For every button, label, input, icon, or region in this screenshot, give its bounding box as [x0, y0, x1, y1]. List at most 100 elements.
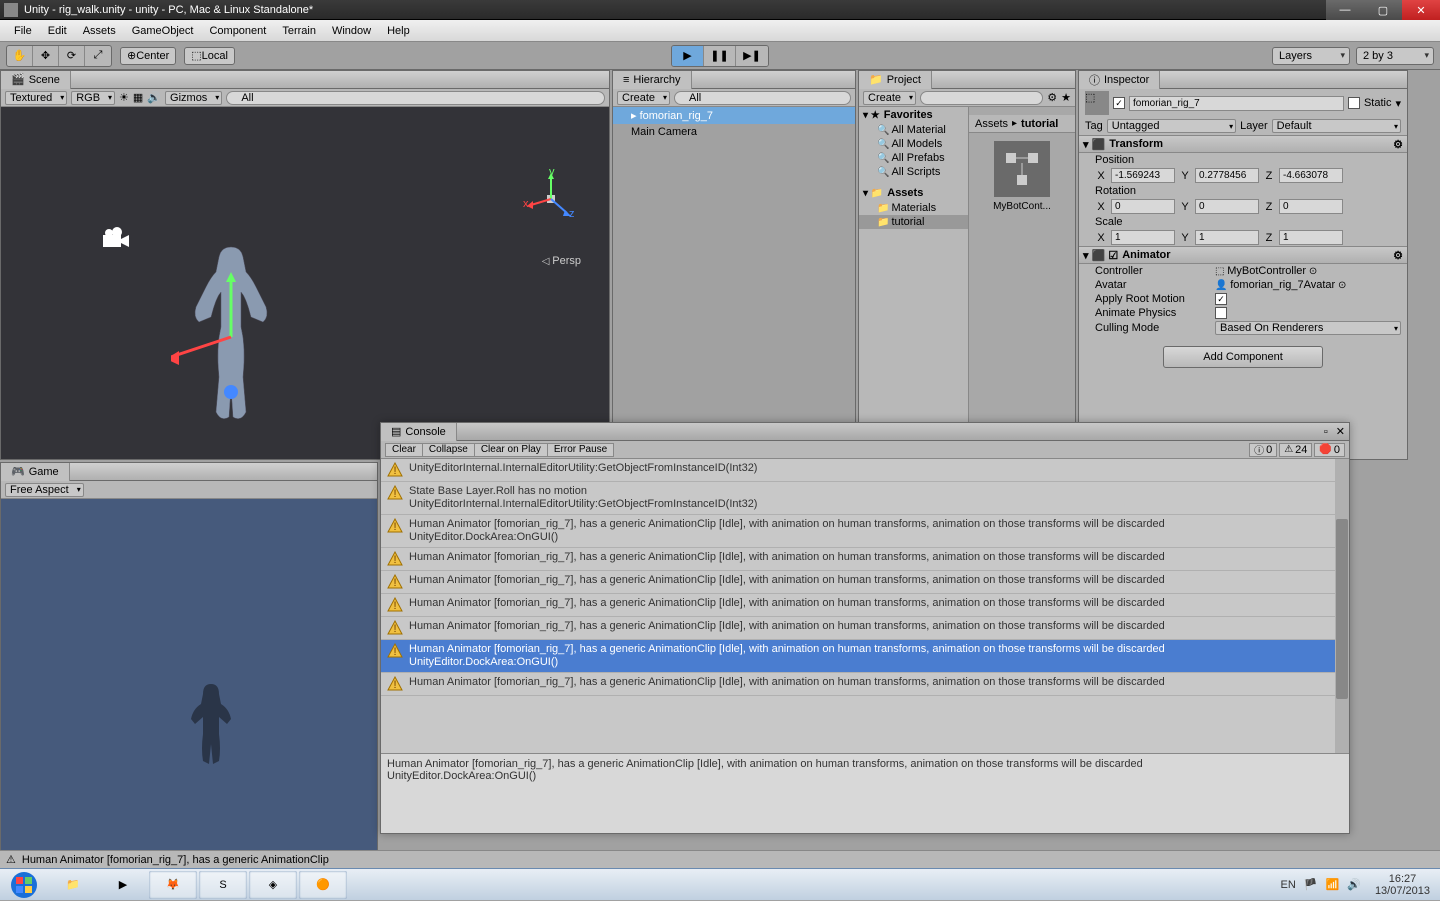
pivot-local-toggle[interactable]: ⬚ Local — [184, 47, 235, 65]
hierarchy-item[interactable]: Main Camera — [613, 124, 855, 140]
fav-item[interactable]: 🔍All Material — [859, 123, 968, 137]
pos-y-field[interactable] — [1195, 168, 1259, 183]
active-checkbox[interactable]: ✓ — [1113, 97, 1125, 109]
task-firefox[interactable]: 🦊 — [149, 871, 197, 899]
console-warn-count[interactable]: ⚠ 24 — [1279, 443, 1312, 457]
console-collapse-button[interactable]: Collapse — [422, 443, 475, 457]
menu-assets[interactable]: Assets — [75, 25, 124, 37]
hierarchy-item-selected[interactable]: ▸ fomorian_rig_7 — [613, 107, 855, 124]
task-unity[interactable]: ◈ — [249, 871, 297, 899]
animator-header[interactable]: ▾ ⬛ ☑ Animator⚙ — [1079, 246, 1407, 264]
animphys-checkbox[interactable] — [1215, 307, 1227, 319]
scrollbar-thumb[interactable] — [1336, 519, 1348, 699]
scene-rendermode-dropdown[interactable]: RGB — [71, 91, 115, 105]
project-create-dropdown[interactable]: Create — [863, 91, 916, 105]
rot-z-field[interactable] — [1279, 199, 1343, 214]
favorites-header[interactable]: ▾ ★ Favorites — [859, 107, 968, 123]
menu-file[interactable]: File — [6, 25, 40, 37]
hierarchy-tab[interactable]: ≡Hierarchy — [613, 71, 692, 89]
play-button[interactable]: ▶ — [672, 46, 704, 66]
project-tree[interactable]: ▾ ★ Favorites 🔍All Material 🔍All Models … — [859, 107, 969, 441]
culling-dropdown[interactable]: Based On Renderers — [1215, 321, 1401, 335]
project-search[interactable] — [920, 91, 1043, 105]
task-skype[interactable]: S — [199, 871, 247, 899]
scl-z-field[interactable] — [1279, 230, 1343, 245]
menu-help[interactable]: Help — [379, 25, 418, 37]
system-tray[interactable]: EN 🏴 📶 🔊 16:27 13/07/2013 — [1281, 869, 1436, 901]
pivot-center-toggle[interactable]: ⊕ Center — [120, 47, 176, 65]
rotate-tool-button[interactable]: ⟳ — [59, 46, 85, 66]
fav-item[interactable]: 🔍All Models — [859, 137, 968, 151]
tray-clock[interactable]: 16:27 13/07/2013 — [1369, 873, 1436, 897]
move-tool-button[interactable]: ✥ — [33, 46, 59, 66]
controller-field[interactable]: ⬚ MyBotController ⊙ — [1215, 265, 1401, 277]
folder-item-selected[interactable]: 📁tutorial — [859, 215, 968, 229]
window-maximize-button[interactable]: ▢ — [1364, 0, 1402, 20]
scene-light-toggle[interactable]: ☀ — [119, 91, 129, 104]
game-aspect-dropdown[interactable]: Free Aspect — [5, 483, 84, 497]
project-breadcrumb[interactable]: Assets ▸ tutorial — [969, 115, 1075, 133]
project-filter-icon[interactable]: ⚙ — [1047, 91, 1057, 104]
console-log-row[interactable]: !Human Animator [fomorian_rig_7], has a … — [381, 548, 1335, 571]
menu-terrain[interactable]: Terrain — [274, 25, 324, 37]
console-tab[interactable]: ▤Console — [381, 423, 457, 441]
game-tab[interactable]: 🎮Game — [1, 463, 70, 481]
console-log-row[interactable]: !UnityEditorInternal.InternalEditorUtili… — [381, 459, 1335, 482]
fav-item[interactable]: 🔍All Prefabs — [859, 151, 968, 165]
menu-gameobject[interactable]: GameObject — [124, 25, 202, 37]
task-explorer[interactable]: 📁 — [49, 871, 97, 899]
console-error-count[interactable]: 🛑 0 — [1314, 443, 1345, 457]
layers-dropdown[interactable]: Layers — [1272, 47, 1350, 65]
folder-item[interactable]: 📁Materials — [859, 201, 968, 215]
project-tab[interactable]: 📁Project — [859, 71, 932, 89]
game-viewport[interactable] — [1, 499, 377, 881]
assets-header[interactable]: ▾ 📁 Assets — [859, 185, 968, 201]
window-minimize-button[interactable]: — — [1326, 0, 1364, 20]
scene-viewport[interactable]: y x z ◁ Persp — [1, 107, 609, 459]
scene-search[interactable]: All — [226, 91, 605, 105]
console-scrollbar[interactable] — [1335, 459, 1349, 753]
fav-item[interactable]: 🔍All Scripts — [859, 165, 968, 179]
layout-dropdown[interactable]: 2 by 3 — [1356, 47, 1434, 65]
console-clear-button[interactable]: Clear — [385, 443, 423, 457]
pause-button[interactable]: ❚❚ — [704, 46, 736, 66]
tray-volume-icon[interactable]: 🔊 — [1347, 878, 1361, 891]
tray-lang[interactable]: EN — [1281, 879, 1296, 891]
avatar-field[interactable]: 👤 fomorian_rig_7Avatar ⊙ — [1215, 279, 1401, 291]
task-blender[interactable]: 🟠 — [299, 871, 347, 899]
tag-dropdown[interactable]: Untagged — [1107, 119, 1236, 133]
console-log-row[interactable]: !Human Animator [fomorian_rig_7], has a … — [381, 594, 1335, 617]
menu-component[interactable]: Component — [201, 25, 274, 37]
scene-tab[interactable]: 🎬Scene — [1, 71, 71, 89]
console-maximize-icon[interactable]: ▫ — [1320, 426, 1332, 438]
orientation-gizmo[interactable]: y x z — [521, 169, 581, 229]
console-errorpause-button[interactable]: Error Pause — [547, 443, 614, 457]
console-log-row[interactable]: !Human Animator [fomorian_rig_7], has a … — [381, 617, 1335, 640]
scene-audio-toggle[interactable]: 🔊 — [147, 91, 161, 104]
console-log-row[interactable]: !State Base Layer.Roll has no motionUnit… — [381, 482, 1335, 515]
console-close-icon[interactable]: ✕ — [1332, 425, 1349, 438]
scene-fx-toggle[interactable]: ▦ — [133, 91, 143, 104]
console-log-row[interactable]: !Human Animator [fomorian_rig_7], has a … — [381, 515, 1335, 548]
scene-gizmos-dropdown[interactable]: Gizmos — [165, 91, 222, 105]
asset-tile-controller[interactable] — [994, 141, 1050, 197]
layer-dropdown[interactable]: Default — [1272, 119, 1401, 133]
start-button[interactable] — [0, 869, 48, 901]
rot-x-field[interactable] — [1111, 199, 1175, 214]
tray-network-icon[interactable]: 📶 — [1326, 878, 1340, 891]
hierarchy-create-dropdown[interactable]: Create — [617, 91, 670, 105]
object-name-field[interactable] — [1129, 96, 1344, 111]
rootmotion-checkbox[interactable]: ✓ — [1215, 293, 1227, 305]
hand-tool-button[interactable]: ✋ — [7, 46, 33, 66]
console-clearonplay-button[interactable]: Clear on Play — [474, 443, 548, 457]
scene-shading-dropdown[interactable]: Textured — [5, 91, 67, 105]
console-log-row[interactable]: !Human Animator [fomorian_rig_7], has a … — [381, 673, 1335, 696]
menu-window[interactable]: Window — [324, 25, 379, 37]
console-log-row[interactable]: !Human Animator [fomorian_rig_7], has a … — [381, 571, 1335, 594]
console-log-list[interactable]: !UnityEditorInternal.InternalEditorUtili… — [381, 459, 1335, 753]
pos-x-field[interactable] — [1111, 168, 1175, 183]
rot-y-field[interactable] — [1195, 199, 1259, 214]
window-close-button[interactable]: ✕ — [1402, 0, 1440, 20]
step-button[interactable]: ▶❚ — [736, 46, 768, 66]
tray-flag-icon[interactable]: 🏴 — [1304, 878, 1318, 891]
